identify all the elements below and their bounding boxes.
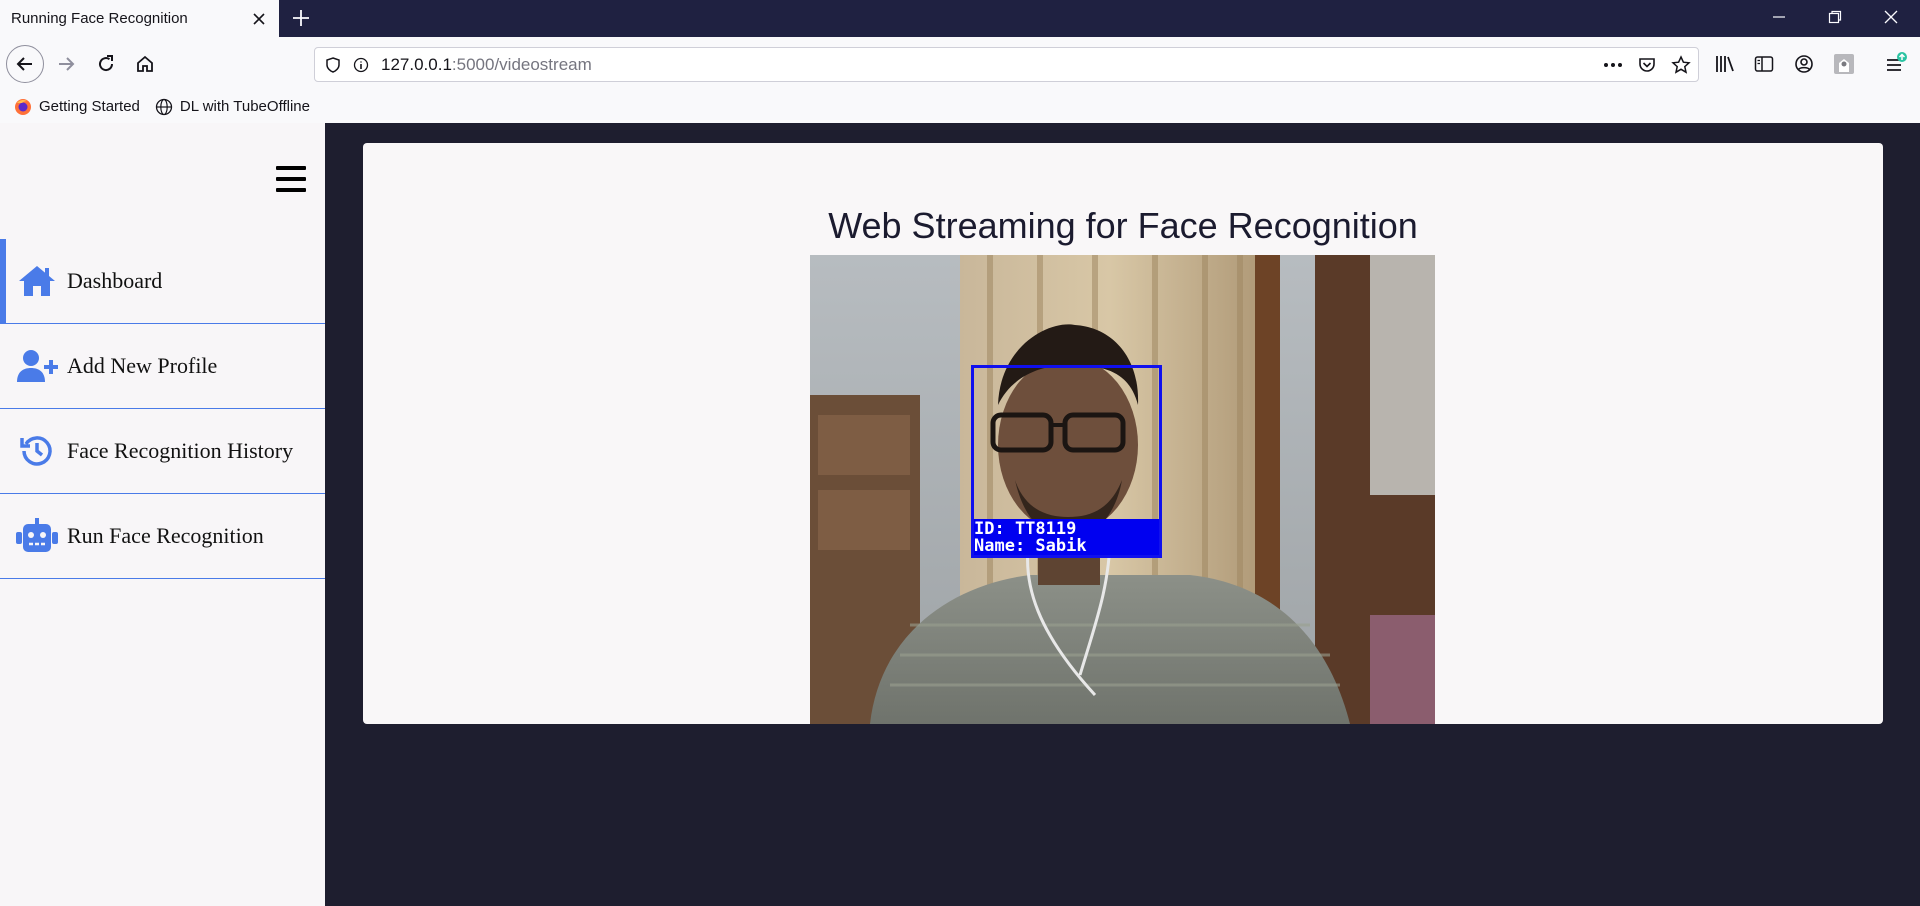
sidebar-item-face-recognition-history[interactable]: Face Recognition History bbox=[0, 409, 325, 494]
sidebar-item-label: Add New Profile bbox=[67, 353, 218, 378]
arrow-right-icon bbox=[59, 57, 75, 71]
sidebar-item-run-face-recognition[interactable]: Run Face Recognition bbox=[0, 494, 325, 579]
globe-icon bbox=[155, 98, 173, 116]
sidebar-toggle-icon[interactable] bbox=[1748, 48, 1780, 80]
video-stream: ID: TT8119 Name: Sabik bbox=[810, 255, 1435, 724]
tab-strip: Running Face Recognition bbox=[0, 0, 1920, 37]
navigation-toolbar: 127.0.0.1:5000/videostream bbox=[0, 37, 1920, 90]
restore-icon[interactable] bbox=[1812, 0, 1858, 34]
tab-title: Running Face Recognition bbox=[11, 10, 188, 27]
bookmark-star-icon[interactable] bbox=[1664, 50, 1698, 80]
sidebar-item-add-new-profile[interactable]: Add New Profile bbox=[0, 324, 325, 409]
bookmark-label: Getting Started bbox=[39, 98, 140, 115]
sidebar: Dashboard Add New Profile Face Recogniti… bbox=[0, 123, 325, 906]
robot-icon bbox=[15, 516, 59, 556]
shield-icon[interactable] bbox=[319, 51, 347, 79]
face-detection-box: ID: TT8119 Name: Sabik bbox=[971, 365, 1162, 558]
back-button[interactable] bbox=[6, 45, 44, 83]
firefox-icon bbox=[14, 98, 32, 116]
arrow-left-icon bbox=[16, 57, 32, 71]
bookmark-dl-with-tubeoffline[interactable]: DL with TubeOffline bbox=[155, 98, 310, 116]
bookmarks-toolbar: Getting Started DL with TubeOffline bbox=[0, 90, 1920, 123]
info-icon[interactable] bbox=[347, 51, 375, 79]
sidebar-item-label: Dashboard bbox=[67, 268, 163, 293]
home-icon bbox=[137, 55, 153, 72]
forward-button[interactable] bbox=[47, 45, 85, 83]
page-viewport: Dashboard Add New Profile Face Recogniti… bbox=[0, 123, 1920, 906]
extension-icon[interactable] bbox=[1828, 48, 1860, 80]
app-menu-icon[interactable] bbox=[1880, 48, 1912, 80]
close-window-icon[interactable] bbox=[1868, 0, 1914, 34]
close-tab-icon[interactable] bbox=[245, 5, 273, 33]
sidebar-item-label: Face Recognition History bbox=[67, 438, 294, 463]
stream-card: Web Streaming for Face Recognition ID: T… bbox=[363, 143, 1883, 724]
history-icon bbox=[15, 431, 59, 471]
pocket-icon[interactable] bbox=[1630, 50, 1664, 80]
bookmark-getting-started[interactable]: Getting Started bbox=[14, 98, 140, 116]
sidebar-item-dashboard[interactable]: Dashboard bbox=[0, 239, 325, 324]
detected-name: Name: Sabik bbox=[974, 536, 1087, 556]
new-tab-button[interactable] bbox=[286, 4, 316, 32]
account-icon[interactable] bbox=[1788, 48, 1820, 80]
user-plus-icon bbox=[15, 346, 59, 386]
page-title: Web Streaming for Face Recognition bbox=[828, 205, 1418, 246]
reload-button[interactable] bbox=[87, 45, 125, 83]
minimize-icon[interactable] bbox=[1756, 0, 1802, 34]
sidebar-menu: Dashboard Add New Profile Face Recogniti… bbox=[0, 239, 325, 579]
more-actions-icon[interactable] bbox=[1596, 50, 1630, 80]
bookmark-label: DL with TubeOffline bbox=[179, 98, 310, 115]
home-button[interactable] bbox=[126, 45, 164, 83]
sidebar-item-label: Run Face Recognition bbox=[67, 523, 264, 548]
address-bar[interactable]: 127.0.0.1:5000/videostream bbox=[314, 47, 1699, 82]
url-path: :5000/videostream bbox=[451, 54, 592, 74]
hamburger-menu-icon[interactable] bbox=[276, 166, 306, 192]
url-text[interactable]: 127.0.0.1:5000/videostream bbox=[381, 55, 1596, 75]
face-detection-label: ID: TT8119 Name: Sabik bbox=[974, 519, 1159, 555]
home-icon bbox=[15, 261, 59, 301]
browser-tab[interactable]: Running Face Recognition bbox=[0, 0, 279, 37]
url-host: 127.0.0.1 bbox=[381, 54, 452, 74]
library-icon[interactable] bbox=[1709, 48, 1741, 80]
reload-icon bbox=[99, 55, 114, 72]
